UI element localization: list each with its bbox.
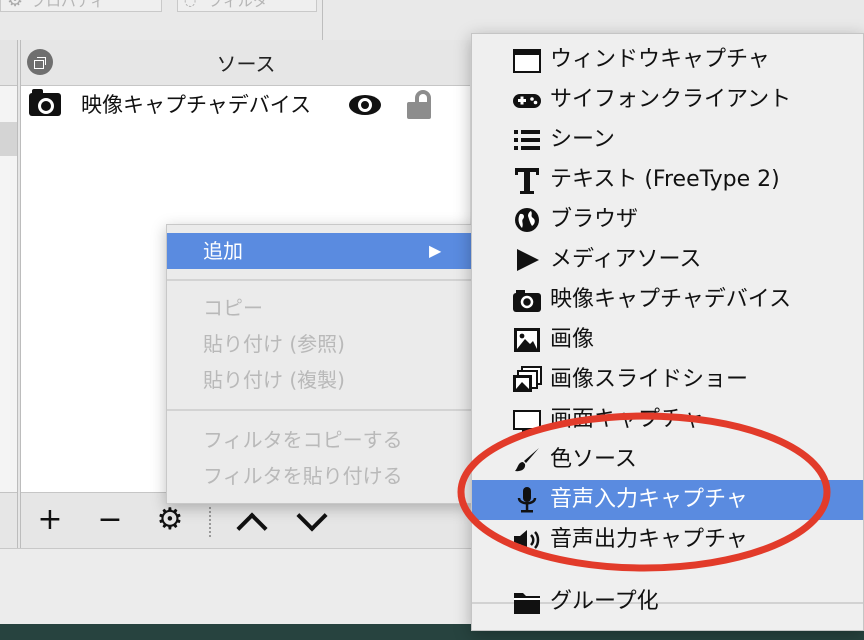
add-source-button[interactable]: +	[33, 503, 67, 537]
text-icon	[515, 168, 539, 194]
brush-icon	[515, 448, 539, 472]
menu-item-paste-filters[interactable]: フィルタを貼り付ける	[167, 459, 479, 493]
submenu-item-label: ブラウザ	[550, 207, 639, 232]
submenu-item-scene[interactable]: シーン	[472, 120, 863, 160]
scenes-header	[0, 40, 17, 86]
submenu-item-syphon-client[interactable]: サイフォンクライアント	[472, 80, 863, 120]
filters-button[interactable]: ◌ フィルタ	[177, 0, 317, 12]
unlock-icon[interactable]	[407, 90, 433, 120]
properties-button[interactable]: ⚙ プロパティ	[0, 0, 162, 12]
scenes-panel-edge	[0, 40, 18, 548]
submenu-item-browser[interactable]: ブラウザ	[472, 200, 863, 240]
submenu-item-media-source[interactable]: メディアソース	[472, 240, 863, 280]
submenu-item-image[interactable]: 画像	[472, 320, 863, 360]
submenu-item-window-capture[interactable]: ウィンドウキャプチャ	[472, 40, 863, 80]
menu-item-paste-reference[interactable]: 貼り付け (参照)	[167, 327, 479, 361]
microphone-icon	[517, 487, 537, 513]
play-icon	[517, 249, 539, 271]
submenu-item-label: 画像	[550, 327, 595, 352]
source-name: 映像キャプチャデバイス	[81, 93, 312, 117]
menu-item-paste-duplicate[interactable]: 貼り付け (複製)	[167, 363, 479, 397]
monitor-icon	[513, 410, 541, 433]
submenu-item-label: テキスト (FreeType 2)	[550, 167, 780, 192]
menu-item-copy[interactable]: コピー	[167, 291, 479, 325]
submenu-item-label: 音声出力キャプチャ	[550, 527, 748, 552]
submenu-item-label: 音声入力キャプチャ	[550, 487, 748, 512]
submenu-item-label: 色ソース	[550, 447, 637, 472]
visibility-eye-icon[interactable]	[349, 95, 381, 115]
menu-separator	[167, 279, 479, 281]
submenu-item-text[interactable]: テキスト (FreeType 2)	[472, 160, 863, 200]
filter-icon: ◌	[184, 0, 196, 9]
selected-scene-row[interactable]	[0, 122, 17, 156]
menu-item-add[interactable]: 追加 ▶	[167, 233, 479, 269]
window-icon	[513, 49, 541, 73]
submenu-item-audio-output-capture[interactable]: 音声出力キャプチャ	[472, 520, 863, 560]
submenu-item-audio-input-capture[interactable]: 音声入力キャプチャ	[472, 480, 863, 520]
submenu-item-label: 画像スライドショー	[550, 367, 749, 392]
submenu-item-label: 画面キャプチャ	[550, 407, 704, 432]
submenu-item-label: ウィンドウキャプチャ	[550, 47, 770, 72]
menu-item-add-label: 追加	[203, 239, 243, 263]
filters-button-label: フィルタ	[208, 0, 268, 10]
move-up-chevron-icon[interactable]	[236, 512, 268, 544]
camera-icon	[513, 290, 541, 312]
submenu-item-label: サイフォンクライアント	[550, 87, 792, 112]
list-icon	[514, 130, 540, 150]
globe-icon	[515, 208, 539, 232]
menu-item-copy-filters[interactable]: フィルタをコピーする	[167, 423, 479, 457]
toolbar-divider	[322, 0, 323, 40]
sources-title: ソース	[216, 52, 276, 76]
submenu-item-label: シーン	[550, 127, 615, 152]
gamepad-icon	[513, 94, 541, 108]
submenu-item-label: グループ化	[550, 589, 659, 614]
source-item[interactable]: 映像キャプチャデバイス	[21, 86, 471, 124]
properties-button-label: プロパティ	[31, 0, 106, 10]
source-properties-gear-icon[interactable]: ⚙	[153, 503, 187, 537]
folder-icon	[514, 593, 540, 614]
sources-header: ソース	[21, 40, 471, 86]
scenes-footer	[0, 492, 17, 548]
submenu-item-label: 映像キャプチャデバイス	[550, 287, 792, 312]
menu-separator	[167, 409, 479, 411]
remove-source-button[interactable]: −	[93, 503, 127, 537]
submenu-arrow-icon: ▶	[429, 241, 442, 260]
camera-icon	[29, 89, 61, 116]
speaker-icon	[514, 530, 540, 550]
gear-icon: ⚙	[7, 0, 24, 11]
submenu-item-video-capture[interactable]: 映像キャプチャデバイス	[472, 280, 863, 320]
image-icon	[514, 328, 540, 352]
submenu-item-display-capture[interactable]: 画面キャプチャ	[472, 400, 863, 440]
footer-separator	[209, 507, 211, 537]
submenu-item-group[interactable]: グループ化	[472, 582, 863, 622]
context-menu: 追加 ▶ コピー 貼り付け (参照) 貼り付け (複製) フィルタをコピーする …	[166, 224, 479, 504]
submenu-item-image-slideshow[interactable]: 画像スライドショー	[472, 360, 863, 400]
slideshow-icon	[513, 366, 542, 392]
submenu-item-color-source[interactable]: 色ソース	[472, 440, 863, 480]
add-source-submenu: ウィンドウキャプチャ サイフォンクライアント シーン テキスト (FreeTyp…	[471, 33, 864, 631]
move-down-chevron-icon[interactable]	[296, 500, 328, 532]
submenu-item-label: メディアソース	[550, 247, 702, 272]
